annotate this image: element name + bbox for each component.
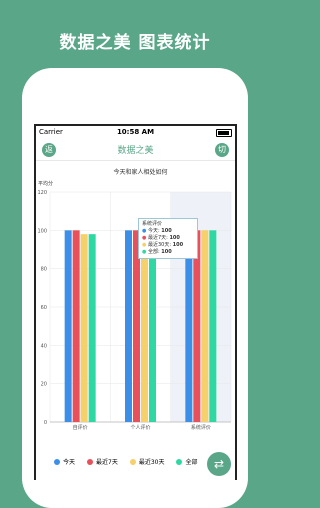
tooltip-row: ● 最近7天: 100 <box>142 235 180 241</box>
x-tick-label: 系统评价 <box>191 424 211 431</box>
bar <box>149 230 156 422</box>
x-tick-label: 个人评价 <box>130 424 150 431</box>
app-screen: Carrier 10:58 AM 返 数据之美 切 今天和家人相处如何平均分 12… <box>34 124 237 480</box>
bar <box>201 230 209 422</box>
tooltip-row-value: 100 <box>161 249 172 255</box>
bar <box>193 230 201 422</box>
legend-dot <box>54 458 60 465</box>
bar <box>209 230 217 422</box>
switch-button[interactable]: 切 <box>215 143 229 157</box>
tooltip-row-value: 100 <box>161 228 172 234</box>
bar-chart: 今天和家人相处如何平均分 120 100 80 60 40 20 0 自评价 个人评价 系统评价 <box>37 168 232 431</box>
legend-item-7days[interactable]: 最近7天 <box>87 457 118 466</box>
battery-icon <box>216 129 232 137</box>
legend-dot <box>176 458 183 465</box>
tooltip-row-label: 今天: <box>147 228 160 234</box>
y-tick-label: 60 <box>41 305 47 311</box>
nav-bar: 返 数据之美 切 <box>36 138 235 161</box>
y-tick-label: 100 <box>37 228 47 234</box>
legend-label: 最近30天 <box>138 459 165 466</box>
tooltip-row: ● 最近30天: 100 <box>142 242 184 248</box>
tooltip-row-value: 100 <box>172 242 184 248</box>
bar <box>185 230 193 422</box>
y-tick-label: 40 <box>41 343 47 349</box>
legend-dot <box>87 458 94 465</box>
tooltip-row-label: 全部: <box>147 249 160 255</box>
switch-chart-button[interactable]: ⇄ <box>207 452 231 476</box>
legend-item-30days[interactable]: 最近30天 <box>129 457 165 466</box>
y-tick-label: 120 <box>37 190 47 196</box>
y-tick-label: 20 <box>41 382 47 388</box>
promo-title: 数据之美 图表统计 <box>59 33 211 53</box>
tooltip-title: 系统评价 <box>142 221 163 227</box>
bar <box>72 230 80 422</box>
chart-container: 今天和家人相处如何平均分 120 100 80 60 40 20 0 自评价 个人评价 系统评价 系… <box>36 160 235 480</box>
legend-label: 今天 <box>63 459 76 466</box>
legend-item-all[interactable]: 全部 <box>176 457 198 466</box>
x-tick-label: 自评价 <box>73 424 88 431</box>
bar <box>80 234 88 422</box>
status-bar: Carrier 10:58 AM <box>36 126 235 138</box>
chart-tooltip: 系统评价 ● 今天: 100 ● 最近7天: 100 ● 最近30天: 100 … <box>138 218 198 259</box>
tooltip-row: ● 全部: 100 <box>142 249 172 255</box>
chart-legend: 今天 最近7天 最近30天 全部 <box>54 457 198 466</box>
y-tick-label: 0 <box>44 420 47 426</box>
bar <box>125 230 132 422</box>
bar <box>133 230 140 422</box>
chart-title: 今天和家人相处如何 <box>113 168 167 176</box>
bar <box>88 234 96 422</box>
legend-label: 最近7天 <box>96 459 118 466</box>
tooltip-row-value: 100 <box>169 235 180 241</box>
tooltip-row-label: 最近30天: <box>147 242 172 248</box>
y-axis-label: 平均分 <box>38 180 53 187</box>
tooltip-row: ● 今天: 100 <box>142 228 172 234</box>
legend-label: 全部 <box>185 459 198 466</box>
bar <box>141 230 148 422</box>
y-tick-label: 80 <box>41 267 47 273</box>
bar <box>64 230 72 422</box>
legend-dot <box>129 458 136 465</box>
page-title: 数据之美 <box>117 146 154 156</box>
legend-item-today[interactable]: 今天 <box>54 457 75 466</box>
tooltip-row-label: 最近7天: <box>147 235 168 241</box>
status-time: 10:58 AM <box>116 128 155 136</box>
